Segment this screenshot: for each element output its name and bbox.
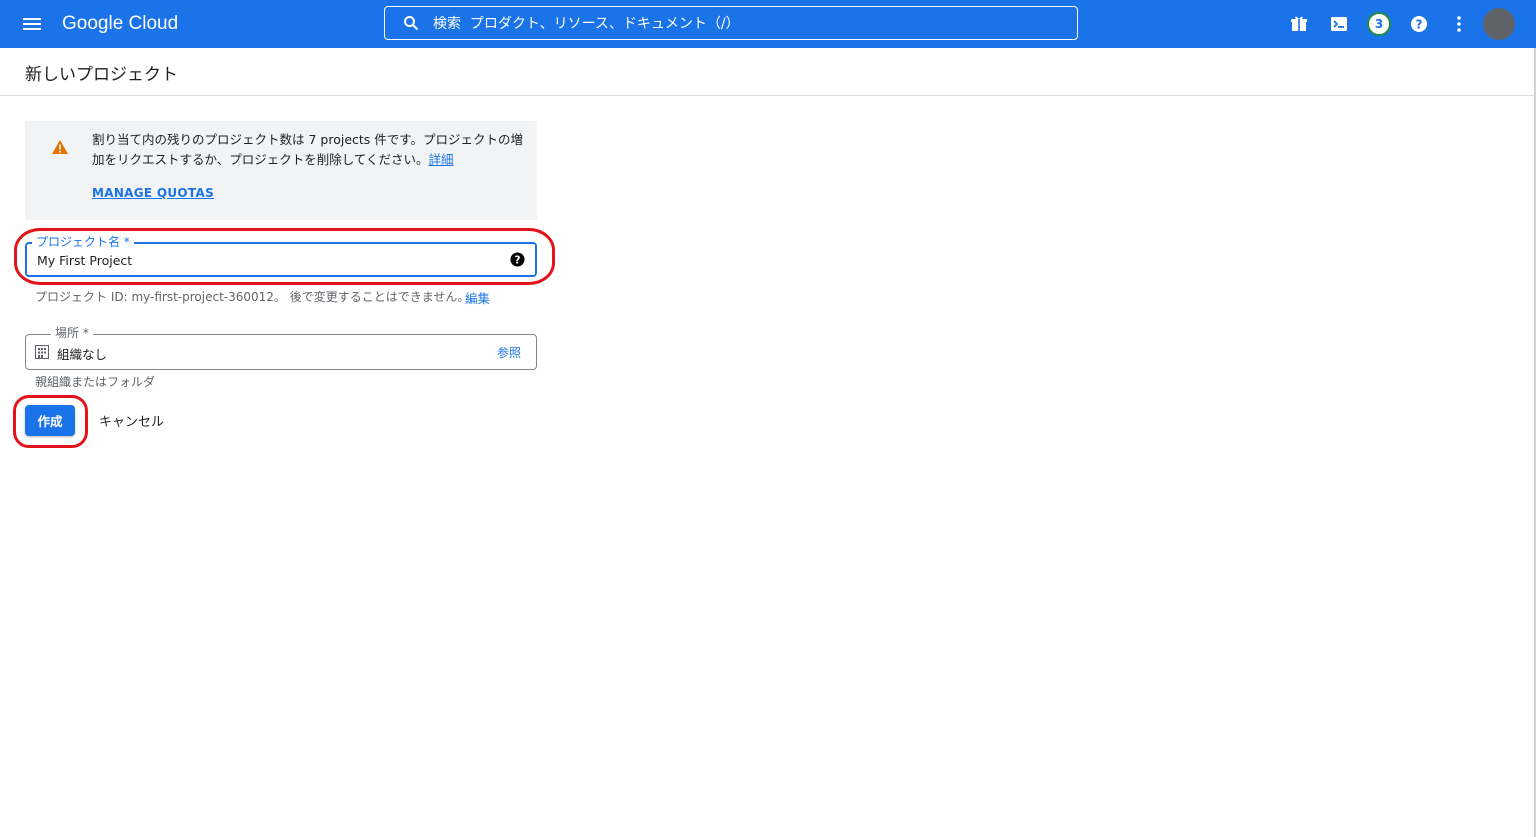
quota-message-text: 割り当て内の残りのプロジェクト数は 7 projects 件です。プロジェクトの… <box>92 132 524 167</box>
notification-badge[interactable]: 3 <box>1367 12 1391 36</box>
search-input[interactable] <box>431 11 1055 37</box>
building-icon <box>35 345 49 359</box>
help-circle-icon[interactable]: ? <box>510 252 525 267</box>
project-name-label: プロジェクト名 * <box>32 235 134 249</box>
quota-message: 割り当て内の残りのプロジェクト数は 7 projects 件です。プロジェクトの… <box>92 130 532 170</box>
quota-warning-banner: 割り当て内の残りのプロジェクト数は 7 projects 件です。プロジェクトの… <box>25 121 537 220</box>
menu-icon[interactable] <box>20 12 44 36</box>
location-hint: 親組織またはフォルダ <box>35 375 156 389</box>
warning-icon <box>52 140 68 154</box>
location-label: 場所 * <box>51 326 93 340</box>
project-id-hint: プロジェクト ID: my-first-project-360012。 後で変更… <box>35 290 470 304</box>
location-field[interactable]: 場所 * 参照 <box>25 326 537 370</box>
edit-project-id-link[interactable]: 編集 <box>465 288 490 307</box>
avatar[interactable] <box>1483 8 1515 40</box>
more-vert-icon[interactable] <box>1447 12 1471 36</box>
project-name-input[interactable] <box>35 250 499 270</box>
gift-icon[interactable] <box>1287 12 1311 36</box>
browse-location-link[interactable]: 参照 <box>497 344 521 361</box>
create-button[interactable]: 作成 <box>25 405 75 436</box>
location-input[interactable] <box>55 343 459 363</box>
cloud-shell-icon[interactable] <box>1327 12 1351 36</box>
cancel-button[interactable]: キャンセル <box>95 405 168 436</box>
svg-text:?: ? <box>1416 18 1423 32</box>
manage-quotas-link[interactable]: MANAGE QUOTAS <box>92 186 214 200</box>
page-header: 新しいプロジェクト <box>0 48 1536 96</box>
svg-text:?: ? <box>515 254 521 266</box>
project-name-field[interactable]: プロジェクト名 * ? <box>25 235 537 277</box>
top-app-bar: Google Cloud 3 ? <box>0 0 1536 48</box>
help-icon[interactable]: ? <box>1407 12 1431 36</box>
details-link[interactable]: 詳細 <box>429 152 454 167</box>
search-icon <box>404 16 419 31</box>
search-bar[interactable] <box>384 6 1078 40</box>
page-title: 新しいプロジェクト <box>25 65 178 85</box>
google-cloud-logo[interactable]: Google Cloud <box>62 11 178 37</box>
